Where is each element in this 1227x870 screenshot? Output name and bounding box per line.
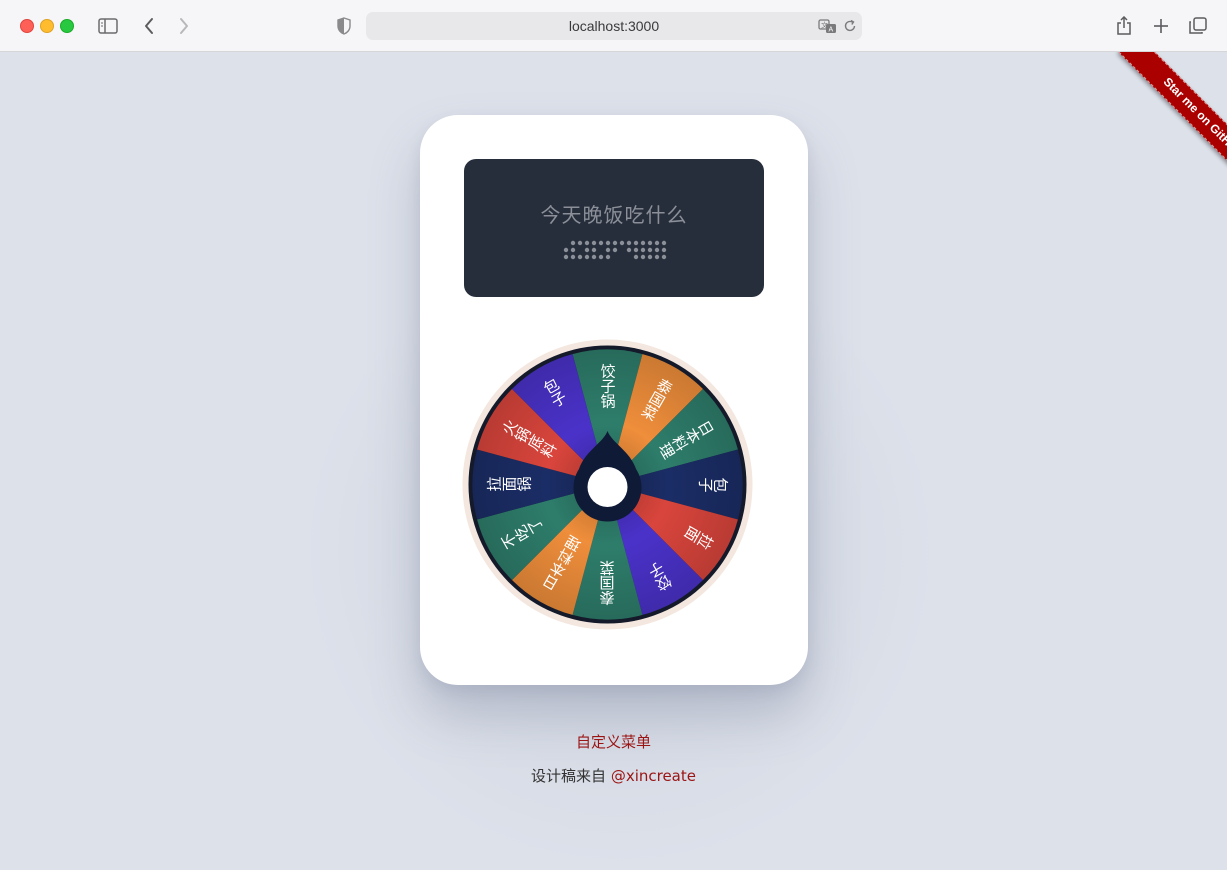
minimize-window-button[interactable]	[40, 19, 54, 33]
screen-title: 今天晚饭吃什么	[540, 203, 688, 227]
reload-icon[interactable]	[839, 15, 861, 37]
spin-button	[587, 467, 628, 507]
address-bar[interactable]: localhost:3000 文A	[366, 12, 862, 40]
design-credit: 设计稿来自 @xincreate	[0, 765, 1227, 786]
custom-menu-link[interactable]: 自定义菜单	[0, 731, 1227, 752]
github-ribbon[interactable]: Star me on GitHub	[1118, 52, 1227, 201]
translate-icon[interactable]: 文A	[817, 15, 839, 37]
plus-icon[interactable]	[1150, 15, 1172, 37]
dot-matrix-icon	[563, 240, 667, 260]
wheel-segment-label: 泰国菜	[599, 560, 617, 605]
credit-handle-link[interactable]: @xincreate	[611, 767, 696, 785]
wheel-segment-label: 饺子锅	[599, 363, 617, 410]
close-window-button[interactable]	[20, 19, 34, 33]
svg-text:A: A	[829, 27, 834, 34]
svg-text:文: 文	[821, 21, 828, 30]
share-icon[interactable]	[1113, 15, 1135, 37]
prize-wheel[interactable]: 饺子锅 泰国菜 日本料理 包子 拉面 饺子 泰国菜 日本料理 不吃了 拉面锅 火锅底料 包子	[462, 339, 753, 630]
github-ribbon-container: Star me on GitHub	[1077, 52, 1227, 202]
shield-icon[interactable]	[333, 15, 355, 37]
tabs-overview-icon[interactable]	[1187, 15, 1209, 37]
credit-prefix: 设计稿来自	[531, 767, 607, 785]
wheel-segment-label: 拉面锅	[487, 476, 533, 494]
wheel-segment-label: 包子	[698, 476, 728, 494]
display-screen: 今天晚饭吃什么	[464, 159, 764, 297]
browser-toolbar: localhost:3000 文A	[0, 0, 1227, 52]
sidebar-icon[interactable]	[97, 15, 119, 37]
url-text: localhost:3000	[568, 18, 660, 34]
zoom-window-button[interactable]	[60, 19, 74, 33]
chevron-right-icon[interactable]	[173, 15, 195, 37]
chevron-left-icon[interactable]	[138, 15, 160, 37]
